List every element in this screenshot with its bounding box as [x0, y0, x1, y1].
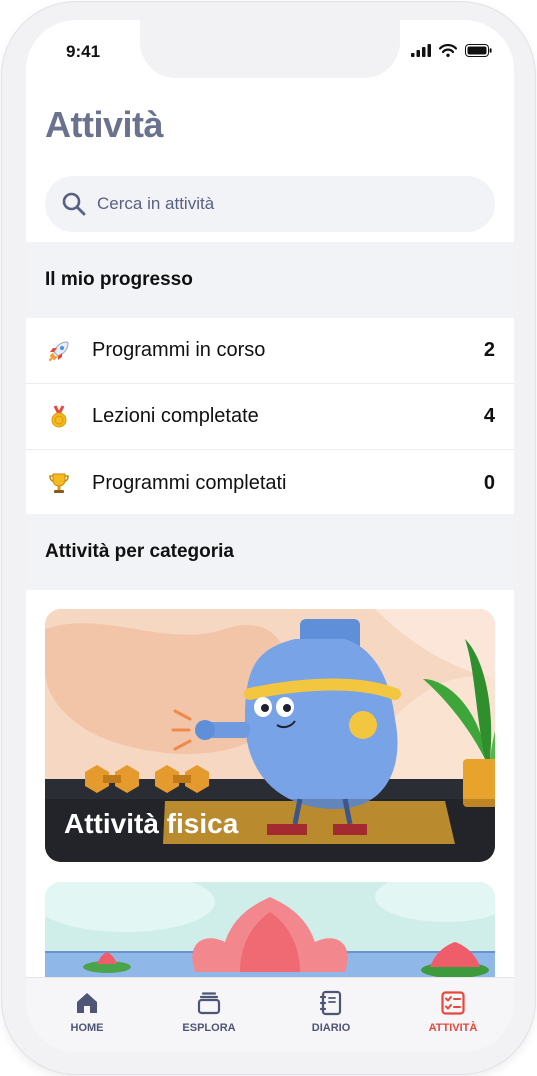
tab-bar: HOME ESPLORA DIARIO ATTIVITÀ [26, 977, 514, 1052]
progress-label: Programmi in corso [92, 339, 266, 361]
tab-label: ESPLORA [182, 1022, 236, 1034]
page-title: Attività [45, 104, 164, 145]
section-heading-progress: Il mio progresso [26, 242, 514, 318]
tab-diario[interactable]: DIARIO [270, 978, 392, 1052]
notebook-icon [319, 990, 342, 1016]
progress-count: 2 [483, 339, 495, 361]
tab-label: HOME [70, 1022, 104, 1034]
rocket-icon [45, 337, 73, 365]
medal-icon [45, 403, 73, 431]
wifi-icon [439, 44, 457, 57]
search-icon [62, 192, 86, 216]
category-card-title: Attività fisica [64, 808, 239, 839]
phone-frame: 9:41 Attività Cerca in attività Il mio p… [2, 2, 535, 1074]
progress-row-in-progress[interactable]: Programmi in corso 2 [26, 318, 514, 384]
search-input[interactable]: Cerca in attività [45, 176, 495, 232]
progress-count: 0 [483, 471, 495, 494]
checklist-icon [441, 991, 465, 1015]
stack-icon [197, 992, 221, 1015]
tab-label: ATTIVITÀ [428, 1022, 478, 1034]
search-placeholder: Cerca in attività [97, 194, 215, 213]
progress-label: Programmi completati [92, 471, 287, 494]
category-card-physical[interactable]: Attività fisica [45, 609, 495, 862]
tab-label: DIARIO [311, 1022, 351, 1034]
status-icons [411, 44, 492, 57]
tab-home[interactable]: HOME [26, 978, 148, 1052]
battery-icon [465, 44, 492, 57]
screen: 9:41 Attività Cerca in attività Il mio p… [26, 20, 514, 1052]
trophy-icon [45, 469, 73, 497]
section-heading-categories: Attività per categoria [26, 514, 514, 590]
progress-row-completed[interactable]: Programmi completati 0 [26, 450, 514, 516]
signal-icon [411, 44, 431, 57]
status-time: 9:41 [66, 42, 101, 61]
notch [140, 20, 400, 78]
home-icon [77, 993, 97, 1013]
progress-label: Lezioni completate [92, 405, 259, 427]
tab-esplora[interactable]: ESPLORA [148, 978, 270, 1052]
progress-count: 4 [483, 405, 495, 427]
tab-attivita[interactable]: ATTIVITÀ [392, 978, 514, 1052]
progress-row-lessons[interactable]: Lezioni completate 4 [26, 384, 514, 450]
progress-list: Programmi in corso 2 Lezioni completate … [26, 318, 514, 516]
